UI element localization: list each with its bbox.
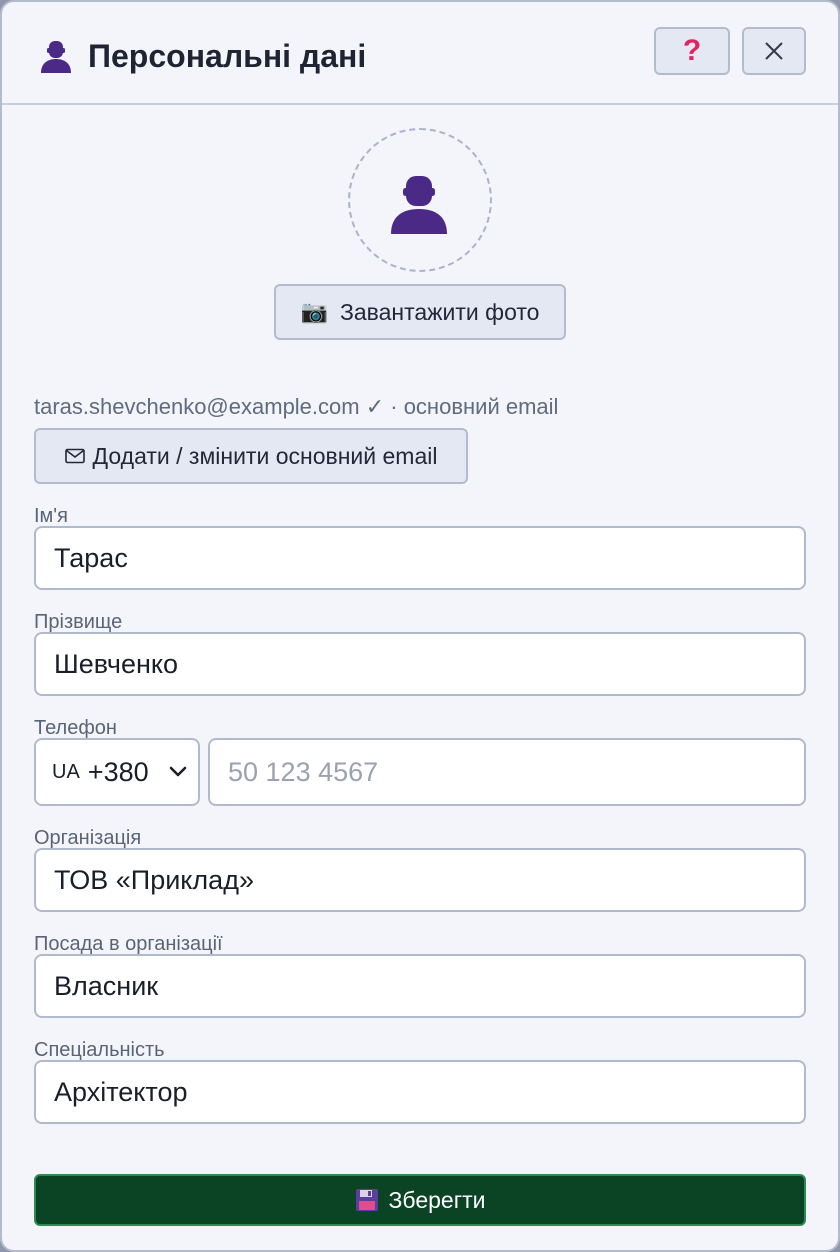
phone-input[interactable]: 50 123 4567	[208, 738, 806, 806]
close-icon	[765, 42, 783, 60]
country-flag: UA	[52, 760, 80, 783]
chevron-down-icon	[169, 766, 187, 777]
change-email-label: Додати / змінити основний email	[92, 442, 438, 469]
floppy-disk-icon	[355, 1189, 378, 1211]
envelope-icon	[64, 448, 85, 464]
question-icon: ?	[682, 34, 702, 67]
upload-photo-label: Завантажити фото	[339, 298, 540, 325]
dialog-header: Персональні дані ?	[2, 2, 838, 105]
last-name-label: Прізвище	[34, 611, 123, 633]
close-button[interactable]	[742, 27, 806, 75]
save-label: Зберегти	[388, 1186, 486, 1213]
help-button[interactable]: ?	[654, 27, 730, 75]
organization-label: Організація	[34, 827, 142, 849]
last-name-input[interactable]: Шевченко	[34, 632, 806, 696]
first-name-input[interactable]: Тарас	[34, 526, 806, 590]
organization-input[interactable]: ТОВ «Приклад»	[34, 848, 806, 912]
position-input[interactable]: Власник	[34, 954, 806, 1018]
specialty-label: Спеціальність	[34, 1039, 165, 1061]
camera-icon: 📷	[300, 299, 328, 324]
first-name-label: Ім'я	[34, 505, 68, 527]
person-icon	[41, 41, 71, 73]
person-icon	[391, 176, 447, 234]
position-label: Посада в організації	[34, 933, 223, 955]
upload-photo-button[interactable]: 📷 Завантажити фото	[274, 284, 566, 340]
change-email-button[interactable]: Додати / змінити основний email	[34, 428, 468, 484]
save-button[interactable]: Зберегти	[34, 1174, 806, 1226]
dial-code: +380	[87, 756, 149, 787]
country-code-select[interactable]: UA +380	[34, 738, 200, 806]
specialty-input[interactable]: Архітектор	[34, 1060, 806, 1124]
primary-email-text: taras.shevchenko@example.com ✓ · основни…	[34, 394, 559, 419]
personal-data-dialog: Персональні дані ? 📷 Завантажити фото ta…	[0, 0, 840, 1252]
dialog-title: Персональні дані	[88, 38, 367, 74]
phone-label: Телефон	[34, 717, 117, 739]
